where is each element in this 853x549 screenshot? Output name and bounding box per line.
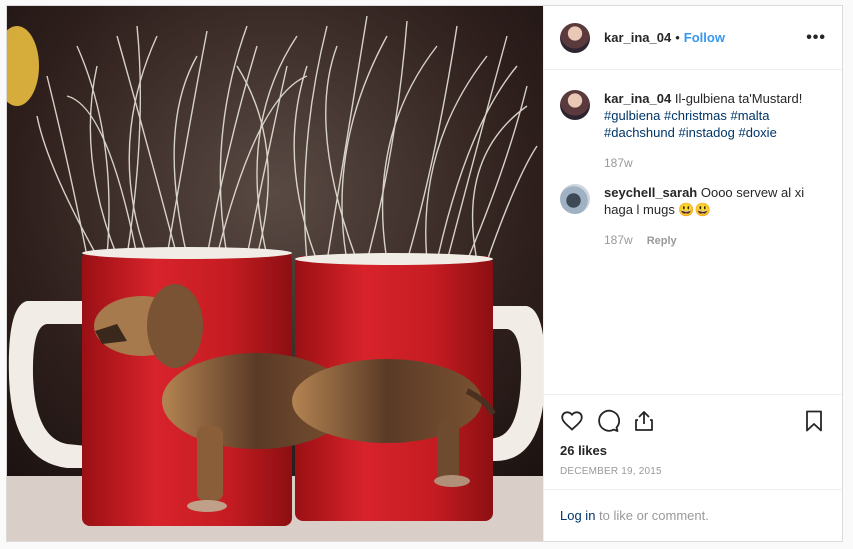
caption-meta: 187w bbox=[604, 155, 802, 172]
author-avatar[interactable] bbox=[560, 22, 590, 53]
caption-timestamp[interactable]: 187w bbox=[604, 155, 633, 172]
post-sidebar: kar_ina_04 • Follow ••• kar_ina_04 Il-gu… bbox=[543, 6, 842, 541]
comments-list: kar_ina_04 Il-gulbiena ta'Mustard! #gulb… bbox=[544, 70, 842, 394]
author-username[interactable]: kar_ina_04 bbox=[604, 30, 671, 45]
share-icon[interactable] bbox=[632, 409, 656, 433]
comment-meta: 187w Reply bbox=[604, 232, 826, 250]
speech-bubble-icon[interactable] bbox=[596, 409, 620, 433]
post-card: kar_ina_04 • Follow ••• kar_ina_04 Il-gu… bbox=[6, 5, 843, 542]
post-date[interactable]: DECEMBER 19, 2015 bbox=[560, 466, 826, 489]
bookmark-icon[interactable] bbox=[802, 409, 826, 433]
post-photo bbox=[7, 6, 543, 541]
hashtag-link[interactable]: #gulbiena bbox=[604, 108, 660, 123]
header-separator: • bbox=[675, 30, 680, 45]
hashtag-link[interactable]: #doxie bbox=[738, 125, 776, 140]
hashtag-link[interactable]: #dachshund bbox=[604, 125, 675, 140]
comment-timestamp[interactable]: 187w bbox=[604, 232, 633, 250]
comment-item: seychell_sarah Oooo servew al xi haga l … bbox=[560, 184, 826, 250]
action-icons bbox=[560, 403, 826, 439]
login-prompt-text: to like or comment. bbox=[595, 508, 709, 523]
post-image[interactable] bbox=[7, 6, 543, 541]
more-options-icon[interactable]: ••• bbox=[806, 29, 826, 47]
likes-count[interactable]: 26 likes bbox=[560, 443, 826, 458]
caption-avatar[interactable] bbox=[560, 90, 590, 120]
comment-body: seychell_sarah Oooo servew al xi haga l … bbox=[604, 184, 826, 250]
hashtag-link[interactable]: #malta bbox=[731, 108, 770, 123]
comment-username[interactable]: seychell_sarah bbox=[604, 185, 697, 200]
follow-button[interactable]: Follow bbox=[684, 30, 725, 45]
caption-username[interactable]: kar_ina_04 bbox=[604, 91, 671, 106]
reply-button[interactable]: Reply bbox=[647, 232, 677, 250]
login-link[interactable]: Log in bbox=[560, 508, 595, 523]
hashtag-link[interactable]: #instadog bbox=[678, 125, 734, 140]
post-actions: 26 likes DECEMBER 19, 2015 bbox=[544, 394, 842, 489]
commenter-avatar[interactable] bbox=[560, 184, 590, 214]
heart-icon[interactable] bbox=[560, 409, 584, 433]
caption-comment: kar_ina_04 Il-gulbiena ta'Mustard! #gulb… bbox=[560, 90, 826, 172]
caption-text: Il-gulbiena ta'Mustard! bbox=[674, 91, 803, 106]
hashtag-link[interactable]: #christmas bbox=[664, 108, 727, 123]
login-prompt: Log in to like or comment. bbox=[544, 489, 842, 541]
post-header: kar_ina_04 • Follow ••• bbox=[544, 6, 842, 70]
caption-body: kar_ina_04 Il-gulbiena ta'Mustard! #gulb… bbox=[604, 90, 802, 172]
